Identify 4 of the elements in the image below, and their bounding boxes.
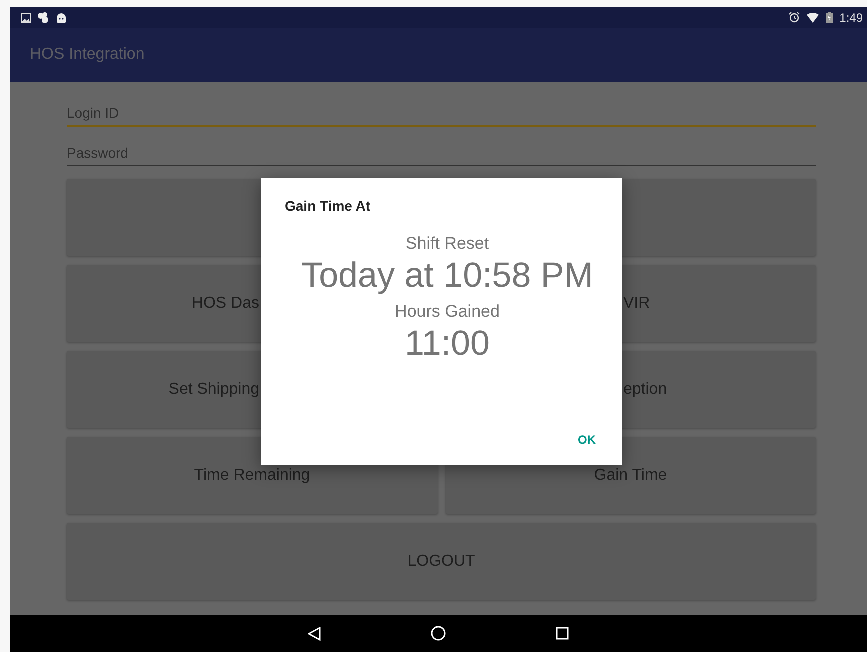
clock-time: 1:49 [840, 10, 863, 24]
app-title: HOS Integration [30, 46, 145, 64]
dialog-title: Gain Time At [285, 198, 371, 214]
dialog-label: Shift Reset [406, 234, 490, 254]
